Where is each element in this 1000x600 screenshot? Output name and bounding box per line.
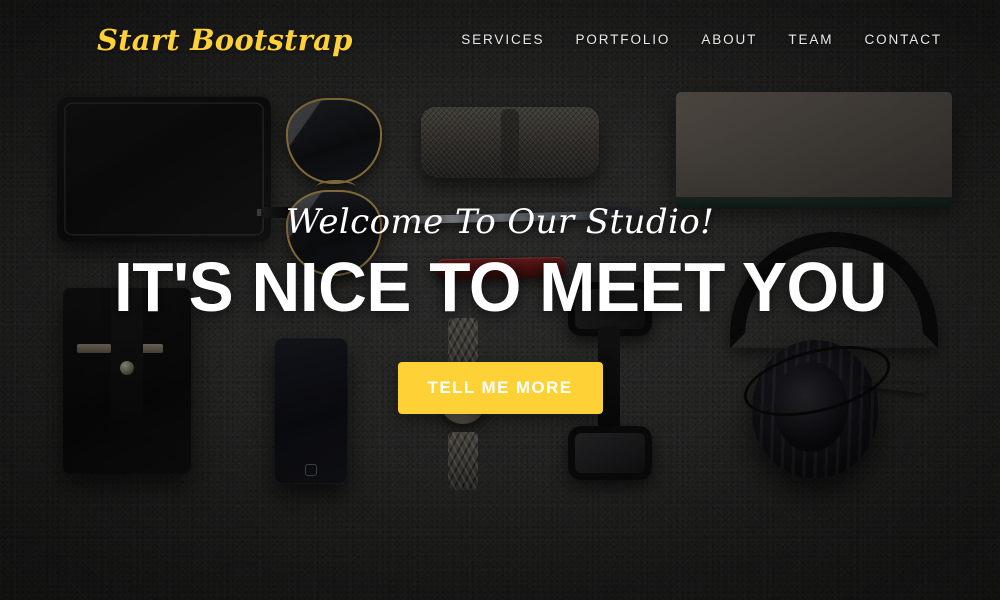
nav-item-contact: Contact (864, 31, 942, 49)
brand-logo[interactable]: Start Bootstrap (97, 23, 353, 57)
nav-item-team: Team (788, 31, 833, 49)
nav-link-contact[interactable]: Contact (864, 32, 942, 47)
nav-link-team[interactable]: Team (788, 32, 833, 47)
hero-heading: It's Nice To Meet You (113, 247, 887, 326)
nav-item-services: Services (461, 31, 544, 49)
nav-links-list: Services Portfolio About Team Contact (461, 31, 942, 49)
hero-content: Welcome To Our Studio! It's Nice To Meet… (0, 0, 1000, 600)
tell-me-more-button[interactable]: Tell Me More (397, 361, 603, 414)
masthead-hero: Start Bootstrap Services Portfolio About… (0, 0, 1000, 600)
nav-item-portfolio: Portfolio (575, 31, 670, 49)
nav-link-about[interactable]: About (701, 32, 757, 47)
nav-link-services[interactable]: Services (461, 32, 544, 47)
hero-lead-text: Welcome To Our Studio! (285, 201, 715, 242)
main-navbar: Start Bootstrap Services Portfolio About… (0, 0, 1000, 80)
nav-item-about: About (701, 31, 757, 49)
nav-link-portfolio[interactable]: Portfolio (575, 32, 670, 47)
